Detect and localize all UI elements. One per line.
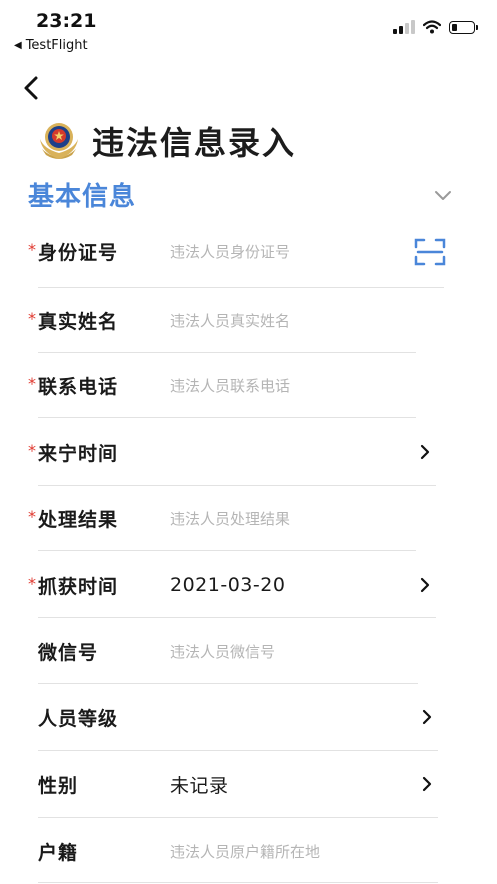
result-input[interactable]: 违法人员处理结果 (170, 508, 290, 529)
police-badge-icon (40, 123, 78, 159)
scan-icon[interactable] (414, 237, 446, 267)
chevron-down-icon[interactable] (432, 184, 454, 206)
form-row-real-name: * 真实姓名 违法人员真实姓名 (28, 287, 290, 353)
divider (38, 550, 416, 551)
required-asterisk: * (28, 573, 36, 593)
chevron-right-icon[interactable] (420, 775, 434, 793)
chevron-right-icon[interactable] (418, 576, 432, 594)
back-app-label: TestFlight (25, 38, 88, 53)
divider (38, 417, 416, 418)
required-asterisk: * (28, 239, 36, 259)
form-row-level[interactable]: 人员等级 (28, 684, 170, 750)
arrival-time-label: 来宁时间 (38, 442, 119, 465)
page-title: 违法信息录入 (92, 124, 297, 162)
cellular-signal-icon (393, 20, 415, 34)
form-row-household: 户籍 违法人员原户籍所在地 (28, 818, 320, 884)
form-row-wechat: 微信号 违法人员微信号 (28, 618, 275, 684)
back-to-app-link[interactable]: ◀ TestFlight (14, 38, 88, 53)
status-icons (393, 20, 478, 34)
wifi-icon (423, 20, 441, 34)
status-time: 23:21 (36, 10, 97, 32)
level-label: 人员等级 (38, 707, 119, 730)
required-asterisk: * (28, 308, 36, 328)
form-row-arrival-time[interactable]: * 来宁时间 (28, 419, 170, 485)
result-label: 处理结果 (38, 508, 119, 531)
section-header[interactable]: 基本信息 (28, 176, 454, 213)
form-row-result: * 处理结果 违法人员处理结果 (28, 485, 290, 551)
required-asterisk: * (28, 373, 36, 393)
capture-time-value[interactable]: 2021-03-20 (170, 574, 285, 596)
phone-input[interactable]: 违法人员联系电话 (170, 375, 290, 396)
required-asterisk: * (28, 440, 36, 460)
chevron-right-icon[interactable] (420, 708, 434, 726)
section-title: 基本信息 (28, 182, 137, 212)
household-label: 户籍 (38, 841, 79, 864)
page-header: 违法信息录入 (38, 118, 296, 164)
form-row-gender[interactable]: 性别 未记录 (28, 751, 229, 817)
wechat-label: 微信号 (38, 641, 99, 664)
gender-value[interactable]: 未记录 (170, 771, 229, 798)
real-name-label: 真实姓名 (38, 310, 119, 333)
required-asterisk: * (28, 506, 36, 526)
id-number-input[interactable]: 违法人员身份证号 (170, 241, 290, 262)
id-number-label: 身份证号 (38, 241, 119, 264)
form-row-capture-time[interactable]: * 抓获时间 2021-03-20 (28, 552, 285, 618)
battery-icon (449, 20, 478, 34)
wechat-input[interactable]: 违法人员微信号 (170, 641, 275, 662)
capture-time-label: 抓获时间 (38, 575, 119, 598)
chevron-right-icon[interactable] (418, 443, 432, 461)
back-button[interactable] (18, 72, 46, 104)
phone-label: 联系电话 (38, 375, 119, 398)
gender-label: 性别 (38, 774, 79, 797)
form-row-phone: * 联系电话 违法人员联系电话 (28, 352, 290, 418)
real-name-input[interactable]: 违法人员真实姓名 (170, 310, 290, 331)
household-input[interactable]: 违法人员原户籍所在地 (170, 841, 320, 862)
form-row-id-number: * 身份证号 违法人员身份证号 (28, 218, 290, 284)
back-triangle-icon: ◀ (14, 40, 22, 51)
